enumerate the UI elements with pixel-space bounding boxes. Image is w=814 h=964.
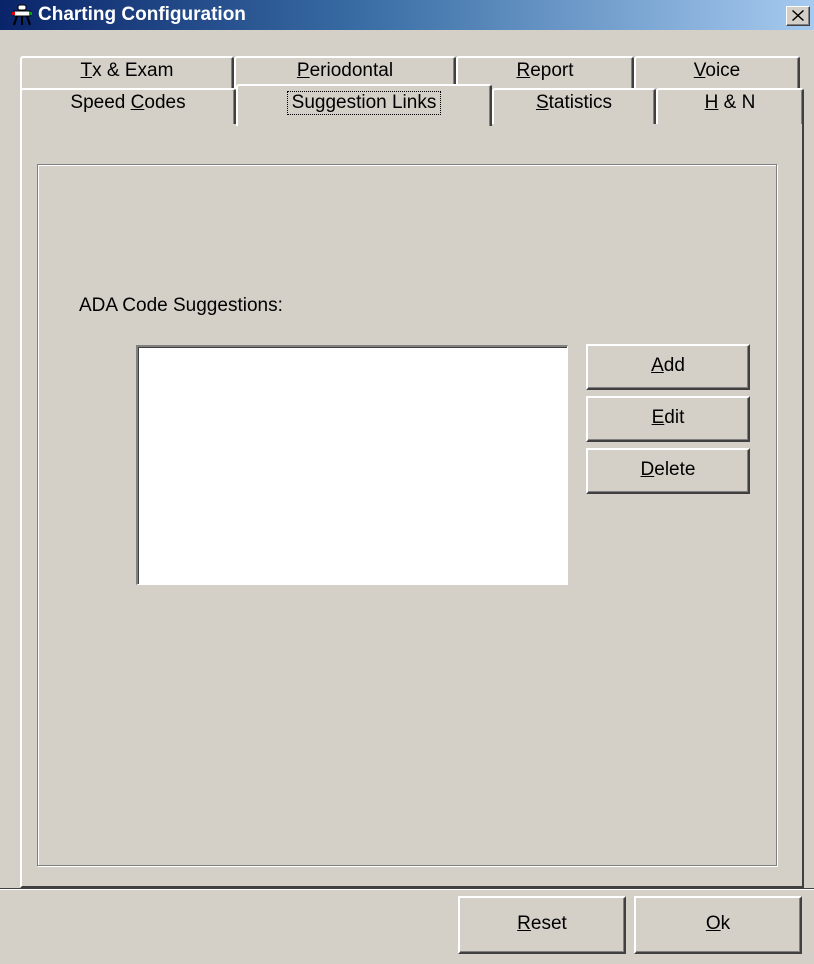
ok-button-label: Ok (705, 913, 731, 934)
dental-chair-icon (10, 4, 34, 26)
tab-label: Tx & Exam (80, 60, 174, 81)
ada-code-suggestions-label: ADA Code Suggestions: (79, 295, 283, 316)
charting-configuration-window: Charting Configuration Tx & Exam Periodo… (0, 0, 814, 964)
tab-label: Report (516, 60, 574, 81)
tab-voice[interactable]: Voice (634, 56, 800, 92)
window-title: Charting Configuration (38, 4, 246, 25)
footer-divider (0, 888, 814, 890)
tab-suggestion-links[interactable]: Suggestion Links (236, 84, 492, 126)
tab-statistics[interactable]: Statistics (492, 88, 656, 124)
tab-label: H & N (704, 92, 756, 113)
tab-speed-codes[interactable]: Speed Codes (20, 88, 236, 124)
close-button[interactable] (786, 6, 810, 26)
delete-button-label: Delete (640, 459, 696, 480)
ok-button[interactable]: Ok (634, 896, 802, 954)
tab-label: Periodontal (296, 60, 394, 81)
reset-button-label: Reset (517, 913, 567, 934)
tab-label: Speed Codes (70, 92, 186, 113)
title-bar[interactable]: Charting Configuration (0, 0, 814, 30)
add-button-label: Add (651, 355, 685, 376)
ada-code-suggestions-list[interactable] (136, 345, 568, 585)
reset-button[interactable]: Reset (458, 896, 626, 954)
tab-label: Voice (693, 60, 741, 81)
edit-button-label: Edit (651, 407, 685, 428)
tab-label: Statistics (535, 92, 613, 113)
tab-tx-exam[interactable]: Tx & Exam (20, 56, 234, 92)
edit-button[interactable]: Edit (586, 396, 750, 442)
tab-label: Suggestion Links (286, 91, 442, 115)
tab-h-n[interactable]: H & N (656, 88, 804, 124)
delete-button[interactable]: Delete (586, 448, 750, 494)
add-button[interactable]: Add (586, 344, 750, 390)
